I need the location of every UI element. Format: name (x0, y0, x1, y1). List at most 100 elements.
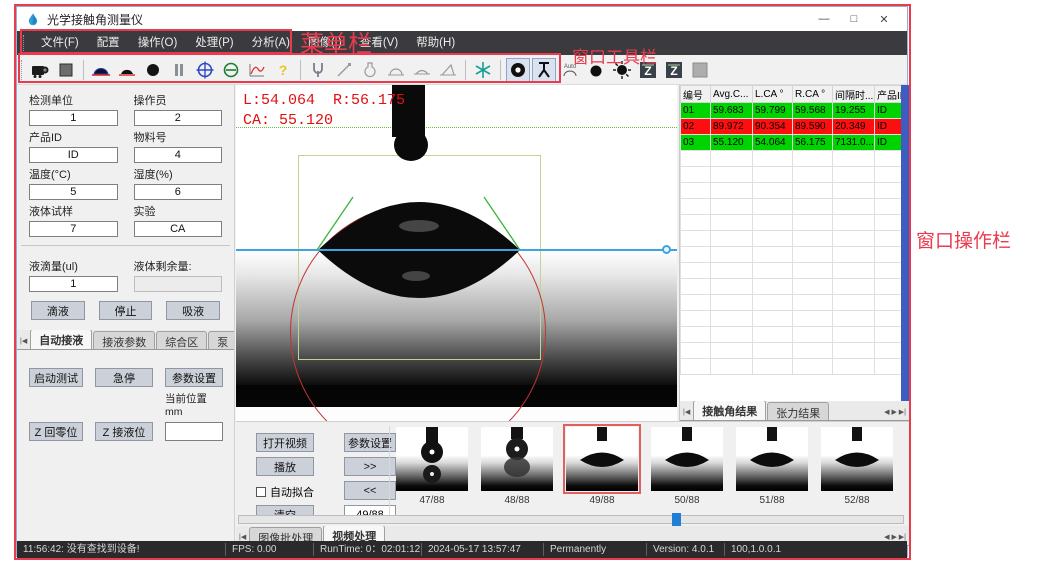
thumbnail-image[interactable] (481, 427, 553, 491)
close-button[interactable]: ✕ (869, 7, 899, 31)
results-tab-0[interactable]: 接触角结果 (693, 401, 766, 420)
field-input-4[interactable]: 5 (29, 184, 118, 200)
dispense-button[interactable]: 滴液 (31, 301, 85, 320)
drop-circle-icon[interactable] (141, 58, 165, 82)
column-header[interactable]: Avg.C... (711, 86, 753, 103)
result-row[interactable]: 0159.68359.79959.56819.255ID (681, 103, 903, 119)
drop-burst-icon[interactable] (610, 58, 634, 82)
menu-item-6[interactable]: 查看(V) (351, 37, 407, 49)
play-button[interactable]: 播放 (256, 457, 314, 476)
drop-volume-input[interactable]: 1 (29, 276, 118, 292)
menu-bar: 文件(F)配置操作(O)处理(P)分析(A)图像(I)查看(V)帮助(H) (17, 31, 907, 55)
thumbnail-image[interactable] (396, 427, 468, 491)
pause-icon[interactable] (167, 58, 191, 82)
z-zero-button[interactable]: Z 回零位 (29, 422, 83, 441)
results-scroll-left[interactable]: |◀ (680, 408, 693, 420)
dispense-tab-2[interactable]: 综合区 (156, 331, 207, 349)
column-header[interactable]: L.CA ° (753, 86, 793, 103)
divider (389, 426, 390, 522)
dispense-tab-0[interactable]: 自动接液 (30, 330, 92, 349)
result-row[interactable]: 0289.97290.35489.59020.349ID (681, 119, 903, 135)
aspirate-button[interactable]: 吸液 (166, 301, 220, 320)
angle-tool-icon[interactable] (436, 58, 460, 82)
field-input-7[interactable]: CA (134, 221, 223, 237)
angle-readout-overlay: L:54.064 R:56.175CA: 55.120 (243, 91, 405, 131)
column-header[interactable]: 间隔时... (833, 86, 875, 103)
emergency-stop-button[interactable]: 急停 (95, 368, 153, 387)
help-icon[interactable]: ? (271, 58, 295, 82)
menu-item-0[interactable]: 文件(F) (32, 37, 88, 49)
auto-dispense-tab-content: 启动测试 急停 参数设置 当前位置mm Z 回零位 Z 接液位 (17, 350, 234, 441)
dispense-tab-3[interactable]: 泵 (208, 331, 234, 349)
menu-item-5[interactable]: 图像(I) (299, 37, 351, 49)
column-header[interactable]: 编号 (681, 86, 711, 103)
dispense-tab-1[interactable]: 接液参数 (93, 331, 155, 349)
auto-fit-icon[interactable]: Auto (558, 58, 582, 82)
baseline-handle[interactable] (662, 245, 671, 254)
maximize-button[interactable]: □ (839, 7, 869, 31)
z-liquid-button[interactable]: Z 接液位 (95, 422, 153, 441)
z-chart-icon-1[interactable]: Z (636, 58, 660, 82)
sample-info-panel: 检测单位1操作员2产品IDID物料号4温度(°C)5湿度(%)6液体试样7实验C… (17, 85, 235, 541)
menu-item-7[interactable]: 帮助(H) (407, 37, 464, 49)
needle-line-icon[interactable] (332, 58, 356, 82)
seek-slider-track[interactable] (238, 515, 904, 524)
empty-row (681, 343, 903, 359)
start-test-button[interactable]: 启动测试 (29, 368, 83, 387)
field-input-0[interactable]: 1 (29, 110, 118, 126)
open-video-button[interactable]: 打开视频 (256, 433, 314, 452)
field-input-2[interactable]: ID (29, 147, 118, 163)
results-scroll-right[interactable]: ◀ ▶ ▶| (881, 408, 909, 420)
thumbnail-48-88[interactable]: 48/88 (481, 427, 553, 506)
stop-dispense-button[interactable]: 停止 (99, 301, 153, 320)
empty-row (681, 215, 903, 231)
flat-drop-outline-icon[interactable] (410, 58, 434, 82)
stand-tool-icon[interactable] (532, 58, 556, 82)
menu-item-2[interactable]: 操作(O) (129, 37, 187, 49)
results-tab-1[interactable]: 张力结果 (767, 402, 829, 420)
thumbnail-47-88[interactable]: 47/88 (396, 427, 468, 506)
menu-item-1[interactable]: 配置 (88, 37, 129, 49)
field-input-1[interactable]: 2 (134, 110, 223, 126)
black-drop-icon[interactable] (584, 58, 608, 82)
menu-item-4[interactable]: 分析(A) (243, 37, 299, 49)
dome-outline-icon[interactable] (384, 58, 408, 82)
capture-device-icon[interactable] (28, 58, 52, 82)
sessile-drop-black-icon[interactable] (115, 58, 139, 82)
results-scrollbar[interactable] (901, 85, 909, 405)
z-chart-icon-2[interactable]: Z (662, 58, 686, 82)
crosshair-target-icon[interactable] (193, 58, 217, 82)
baseline-line[interactable] (236, 249, 677, 251)
field-input-3[interactable]: 4 (134, 147, 223, 163)
thumbnail-image[interactable] (821, 427, 893, 491)
param-settings-button[interactable]: 参数设置 (165, 368, 223, 387)
column-header[interactable]: R.CA ° (793, 86, 833, 103)
minimize-button[interactable]: — (809, 7, 839, 31)
thumbnail-49-88[interactable]: 49/88 (566, 427, 638, 506)
gray-square-icon[interactable] (688, 58, 712, 82)
clamp-tool-icon[interactable] (306, 58, 330, 82)
green-minus-circle-icon[interactable] (219, 58, 243, 82)
result-row[interactable]: 0355.12054.06456.1757131.0...ID (681, 135, 903, 151)
column-header[interactable]: 产品ID (875, 86, 903, 103)
thumbnail-image[interactable] (736, 427, 808, 491)
field-input-6[interactable]: 7 (29, 221, 118, 237)
dispense-scroll-left[interactable]: |◀ (17, 337, 30, 349)
snowflake-icon[interactable] (471, 58, 495, 82)
position-value-input[interactable] (165, 422, 223, 441)
thumbnail-image[interactable] (651, 427, 723, 491)
thumbnail-50-88[interactable]: 50/88 (651, 427, 723, 506)
donut-drop-icon[interactable] (506, 58, 530, 82)
curve-chart-icon[interactable] (245, 58, 269, 82)
menu-item-3[interactable]: 处理(P) (186, 37, 242, 49)
sessile-drop-blue-icon[interactable] (89, 58, 113, 82)
auto-fit-checkbox[interactable] (256, 487, 266, 497)
stop-square-icon[interactable] (54, 58, 78, 82)
field-input-5[interactable]: 6 (134, 184, 223, 200)
svg-text:Auto: Auto (564, 64, 577, 70)
thumbnail-image[interactable] (566, 427, 638, 491)
status-bar: 11:56:42: 没有查找到设备! FPS: 0.00 RunTime: 0：… (17, 541, 907, 558)
thumbnail-52-88[interactable]: 52/88 (821, 427, 893, 506)
pendant-drop-outline-icon[interactable] (358, 58, 382, 82)
thumbnail-51-88[interactable]: 51/88 (736, 427, 808, 506)
